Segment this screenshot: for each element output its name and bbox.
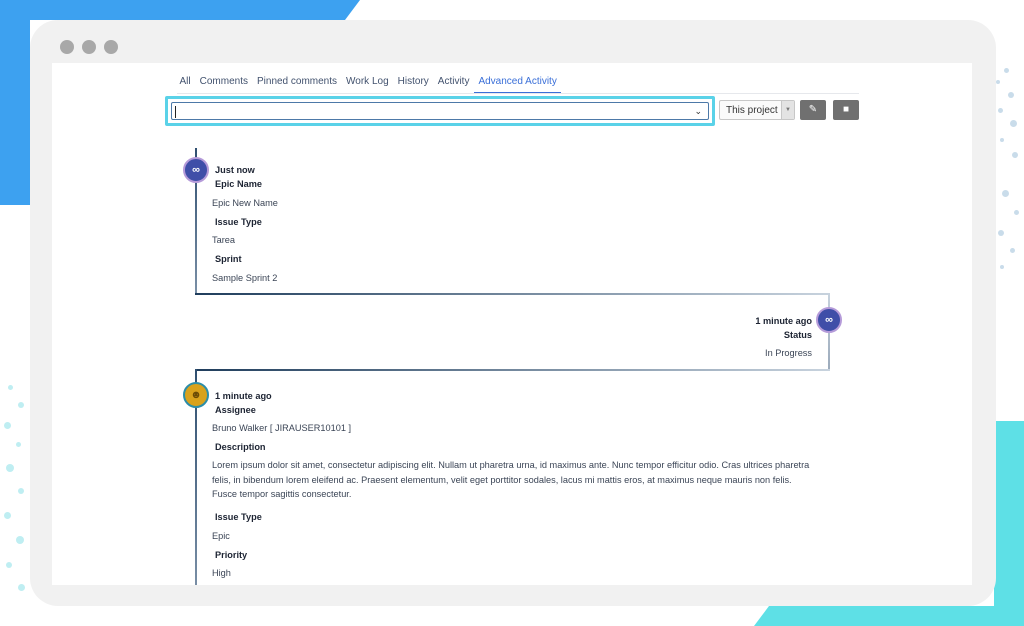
infinity-avatar-icon[interactable]: ∞ <box>816 307 842 333</box>
tab-pinned-comments[interactable]: Pinned comments <box>252 76 341 93</box>
entry-time: 1 minute ago <box>215 391 272 401</box>
scope-label: This project <box>726 105 778 116</box>
tab-comments[interactable]: Comments <box>195 76 252 93</box>
filter-select[interactable]: ⌄ <box>171 102 709 120</box>
timeline-connector <box>195 369 830 371</box>
field-value: Sample Sprint 2 <box>212 273 278 283</box>
tab-advanced-activity[interactable]: Advanced Activity <box>473 76 562 93</box>
infinity-avatar-icon[interactable]: ∞ <box>183 157 209 183</box>
user-avatar-icon[interactable]: ☻ <box>183 382 209 408</box>
entry-time: 1 minute ago <box>755 316 812 326</box>
field-label: Epic Name <box>215 179 262 189</box>
tabs-divider <box>177 93 859 94</box>
erase-filter-button[interactable]: ✎ <box>800 100 826 120</box>
tab-work-log[interactable]: Work Log <box>342 76 394 93</box>
browser-window: All Comments Pinned comments Work Log Hi… <box>30 20 996 606</box>
entry-time: Just now <box>215 165 255 175</box>
filter-select-focus-ring: ⌄ <box>165 96 715 126</box>
field-value: In Progress <box>765 348 812 358</box>
activity-panel: All Comments Pinned comments Work Log Hi… <box>52 63 972 585</box>
tab-all[interactable]: All <box>175 76 195 93</box>
description-text: Lorem ipsum dolor sit amet, consectetur … <box>212 460 810 499</box>
scope-select[interactable]: This project ▼ <box>719 100 795 120</box>
field-label: Issue Type <box>215 217 262 227</box>
tab-history[interactable]: History <box>393 76 433 93</box>
field-value: Bruno Walker [ JIRAUSER10101 ] <box>212 423 352 433</box>
window-dot-icon[interactable] <box>60 40 74 54</box>
window-dot-icon[interactable] <box>82 40 96 54</box>
window-controls <box>60 40 118 54</box>
field-value: High <box>212 568 231 578</box>
activity-tabs: All Comments Pinned comments Work Log Hi… <box>175 76 562 93</box>
text-caret <box>175 106 176 118</box>
field-label: Sprint <box>215 254 242 264</box>
eraser-icon: ✎ <box>808 104 818 115</box>
field-label: Description <box>215 442 266 452</box>
trash-icon: ■ <box>842 104 850 115</box>
field-value: Epic New Name <box>212 198 278 208</box>
chevron-down-icon[interactable]: ▼ <box>781 101 794 119</box>
tab-activity[interactable]: Activity <box>433 76 474 93</box>
field-label: Assignee <box>215 405 256 415</box>
field-value: Tarea <box>212 235 235 245</box>
field-label: Issue Type <box>215 512 262 522</box>
field-value: Epic <box>212 531 230 541</box>
decorative-dots-left <box>0 380 30 610</box>
delete-button[interactable]: ■ <box>833 100 859 120</box>
timeline-connector <box>195 293 830 295</box>
field-label: Priority <box>215 550 248 560</box>
field-label: Status <box>783 330 812 340</box>
chevron-down-icon[interactable]: ⌄ <box>694 106 702 117</box>
window-dot-icon[interactable] <box>104 40 118 54</box>
